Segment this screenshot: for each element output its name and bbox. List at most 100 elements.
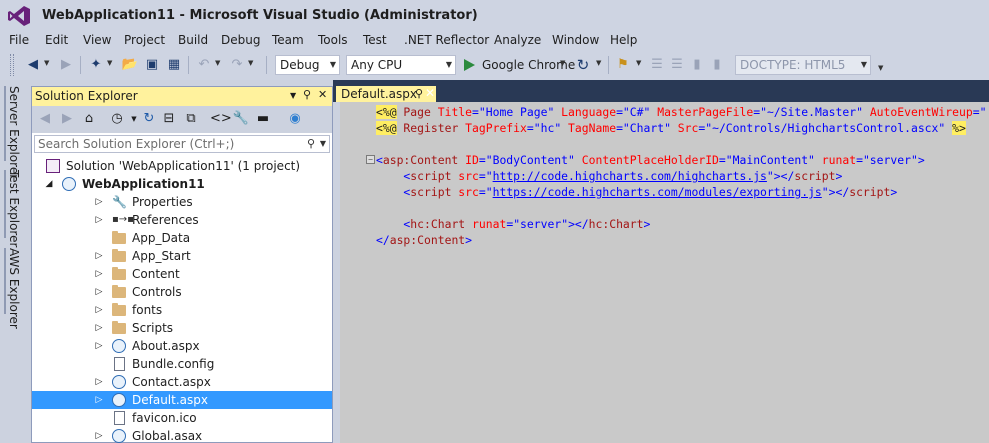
tree-item[interactable]: App_Data	[32, 229, 332, 247]
tab-aws-explorer[interactable]: AWS Explorer	[4, 248, 24, 329]
collapsed-arrow-icon[interactable]: ▷	[94, 193, 104, 211]
menu-help[interactable]: Help	[610, 33, 637, 47]
menu-tools[interactable]: Tools	[318, 33, 348, 47]
tab-default-aspx[interactable]: Default.aspx ⚲	[336, 86, 436, 102]
forward-icon[interactable]: ▶	[58, 110, 76, 128]
menu-view[interactable]: View	[83, 33, 111, 47]
sync-icon[interactable]: ↻	[140, 110, 158, 128]
collapsed-arrow-icon[interactable]: ▷	[94, 427, 104, 443]
chevron-down-icon[interactable]: ▼	[636, 59, 641, 67]
tab-test-explorer[interactable]: Test Explorer	[4, 170, 24, 247]
tree-item[interactable]: ◢ WebApplication11	[32, 175, 332, 193]
collapsed-arrow-icon[interactable]: ▷	[94, 211, 104, 229]
tree-item[interactable]: ▷ Contact.aspx	[32, 373, 332, 391]
tree-item[interactable]: ▷ Global.asax	[32, 427, 332, 443]
tree-item[interactable]: ▷ 🔧 Properties	[32, 193, 332, 211]
solution-platform-dropdown[interactable]: Any CPU ▼	[346, 55, 456, 75]
expanded-arrow-icon[interactable]: ◢	[44, 175, 54, 193]
comment-icon[interactable]: ☰	[648, 56, 666, 74]
menu-test[interactable]: Test	[363, 33, 387, 47]
toolbar-grip[interactable]	[10, 54, 14, 76]
menu-net-reflector[interactable]: .NET Reflector	[404, 33, 489, 47]
tree-item[interactable]: Bundle.config	[32, 355, 332, 373]
menu-debug[interactable]: Debug	[221, 33, 260, 47]
preview-selected-icon[interactable]: ▬	[254, 110, 272, 128]
start-debugging-button[interactable]: Google Chrome	[462, 55, 575, 75]
uncomment-icon[interactable]: ☰	[668, 56, 686, 74]
save-icon[interactable]: ▣	[143, 56, 161, 74]
collapsed-arrow-icon[interactable]: ▷	[94, 265, 104, 283]
home-icon[interactable]: ⌂	[80, 110, 98, 128]
tab-server-explorer[interactable]: Server Explorer	[4, 86, 24, 179]
chevron-down-icon[interactable]: ▼	[44, 59, 49, 67]
collapsed-arrow-icon[interactable]: ▷	[94, 283, 104, 301]
menu-edit[interactable]: Edit	[45, 33, 68, 47]
tree-item[interactable]: ▷ Default.aspx	[32, 391, 332, 409]
view-code-icon[interactable]: <>	[210, 110, 232, 128]
redo-icon[interactable]: ↷	[228, 56, 246, 74]
refresh-browser-icon[interactable]: ↻	[574, 56, 592, 74]
collapsed-arrow-icon[interactable]: ▷	[94, 319, 104, 337]
collapse-region-icon[interactable]: −	[366, 155, 375, 164]
menu-project[interactable]: Project	[124, 33, 165, 47]
doctype-dropdown[interactable]: DOCTYPE: HTML5 ▼	[735, 55, 871, 75]
menu-build[interactable]: Build	[178, 33, 208, 47]
new-project-icon[interactable]: ✦	[87, 56, 105, 74]
code-token: =	[616, 121, 623, 135]
chevron-down-icon: ▼	[445, 60, 452, 69]
save-all-icon[interactable]: ▦	[165, 56, 183, 74]
next-bookmark-icon[interactable]: ▮	[708, 56, 726, 74]
tree-item[interactable]: ▷ App_Start	[32, 247, 332, 265]
solution-explorer-header[interactable]: Solution Explorer ▼ ⚲ ✕	[32, 87, 332, 106]
tree-item[interactable]: ▷ Content	[32, 265, 332, 283]
pin-icon[interactable]: ⚲	[415, 87, 423, 100]
menu-file[interactable]: File	[9, 33, 29, 47]
code-token: =	[478, 169, 486, 183]
menu-window[interactable]: Window	[552, 33, 599, 47]
collapsed-arrow-icon[interactable]: ▷	[94, 337, 104, 355]
close-icon[interactable]: ✕	[425, 86, 435, 100]
toolbar-overflow-icon[interactable]: ▼	[878, 64, 883, 72]
close-icon[interactable]: ✕	[318, 88, 327, 101]
back-icon[interactable]: ◀	[36, 110, 54, 128]
menu-team[interactable]: Team	[272, 33, 304, 47]
chevron-down-icon[interactable]: ▼	[107, 59, 112, 67]
find-in-files-icon[interactable]: ⚑	[614, 56, 632, 74]
tree-item-label: References	[132, 213, 199, 227]
tree-item[interactable]: ▷ About.aspx	[32, 337, 332, 355]
folder-icon	[112, 285, 126, 298]
tree-item[interactable]: ▷ ▪→▪ References	[32, 211, 332, 229]
navigate-forward-icon[interactable]: ▶	[57, 56, 75, 74]
tree-item[interactable]: Solution 'WebApplication11' (1 project)	[32, 157, 332, 175]
collapsed-arrow-icon[interactable]: ▷	[94, 247, 104, 265]
aws-icon[interactable]: ◉	[286, 110, 304, 128]
chevron-down-icon[interactable]: ▼	[596, 59, 601, 67]
code-editor[interactable]: − <%@ Page Title="Home Page" Language="C…	[340, 102, 989, 443]
collapsed-arrow-icon[interactable]: ▷	[94, 391, 104, 409]
tree-item[interactable]: ▷ fonts	[32, 301, 332, 319]
chevron-down-icon[interactable]: ▼	[215, 59, 220, 67]
collapsed-arrow-icon[interactable]: ▷	[94, 373, 104, 391]
show-all-files-icon[interactable]: ⧉	[182, 110, 200, 128]
open-file-icon[interactable]: 📂	[121, 56, 139, 74]
collapse-all-icon[interactable]: ⊟	[160, 110, 178, 128]
code-token: =	[472, 105, 479, 119]
undo-icon[interactable]: ↶	[195, 56, 213, 74]
pending-changes-filter-icon[interactable]: ◷	[108, 110, 126, 128]
tree-item[interactable]: ▷ Controls	[32, 283, 332, 301]
properties-wrench-icon[interactable]: 🔧	[232, 110, 250, 128]
window-position-icon[interactable]: ▼	[290, 91, 296, 100]
bookmark-icon[interactable]: ▮	[688, 56, 706, 74]
solution-configuration-dropdown[interactable]: Debug ▼	[275, 55, 340, 75]
tree-item[interactable]: ▷ Scripts	[32, 319, 332, 337]
navigate-back-icon[interactable]: ◀	[24, 56, 42, 74]
chevron-down-icon[interactable]: ▼	[248, 59, 253, 67]
code-token: "	[979, 105, 987, 119]
pin-icon[interactable]: ⚲	[303, 88, 311, 101]
code-line: <script src="https://code.highcharts.com…	[376, 184, 897, 200]
menu-analyze[interactable]: Analyze	[494, 33, 541, 47]
chevron-down-icon[interactable]: ▼	[560, 59, 565, 67]
solution-explorer-search-input[interactable]: Search Solution Explorer (Ctrl+;) ⚲ ▼	[34, 135, 330, 153]
tree-item[interactable]: favicon.ico	[32, 409, 332, 427]
collapsed-arrow-icon[interactable]: ▷	[94, 301, 104, 319]
